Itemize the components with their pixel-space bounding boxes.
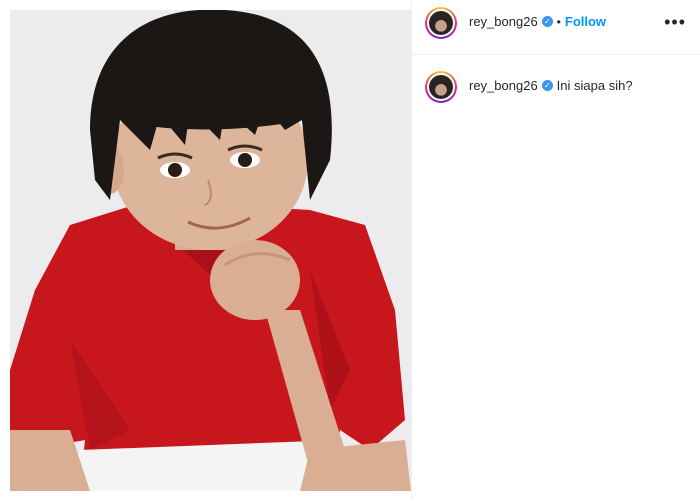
avatar-ring <box>427 73 455 101</box>
caption-username-link[interactable]: rey_bong26 <box>469 78 538 93</box>
caption-text: Ini siapa sih? <box>556 78 633 93</box>
avatar-photo <box>429 75 453 99</box>
avatar-photo <box>429 11 453 35</box>
separator-dot: • <box>556 14 561 29</box>
avatar[interactable] <box>425 71 457 103</box>
verified-badge-icon: ✓ <box>541 16 553 27</box>
instagram-post: rey_bong26 ✓ • Follow ••• rey_bong26 ✓ I… <box>0 0 700 500</box>
photo-of-child-in-red-shirt <box>10 10 411 491</box>
post-header: rey_bong26 ✓ • Follow ••• <box>412 0 700 55</box>
header-user-line: rey_bong26 ✓ • Follow <box>469 14 606 29</box>
avatar-ring <box>427 9 455 37</box>
avatar[interactable] <box>425 7 457 39</box>
follow-button[interactable]: Follow <box>565 14 606 29</box>
caption-line: rey_bong26 ✓ Ini siapa sih? <box>469 78 633 93</box>
verified-badge-icon: ✓ <box>541 80 553 91</box>
post-side-panel: rey_bong26 ✓ • Follow ••• rey_bong26 ✓ I… <box>411 0 700 500</box>
post-photo[interactable] <box>10 10 411 491</box>
more-options-icon[interactable]: ••• <box>664 12 686 33</box>
username-link[interactable]: rey_bong26 <box>469 14 538 29</box>
